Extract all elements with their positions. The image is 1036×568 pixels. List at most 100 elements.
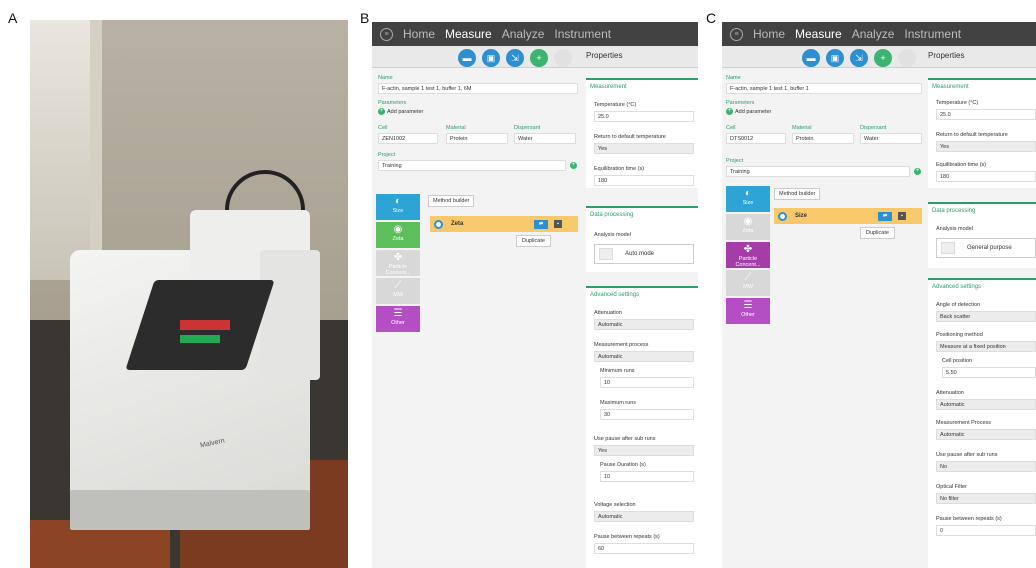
tile-zeta[interactable]: ◉ Zeta bbox=[726, 214, 770, 240]
optical-filter-select[interactable]: No filter bbox=[936, 493, 1036, 504]
duplicate-button[interactable]: Duplicate bbox=[516, 235, 551, 247]
cell-label: Cell bbox=[378, 125, 388, 131]
add-parameter-label: Add parameter bbox=[387, 108, 424, 115]
return-temp-select[interactable]: Yes bbox=[594, 143, 694, 154]
temperature-input[interactable]: 25.0 bbox=[594, 111, 694, 122]
tile-mw[interactable]: ⟋ MW bbox=[376, 278, 420, 304]
method-row-size[interactable]: Size ⇄ ▪ bbox=[774, 208, 922, 224]
menu-icon[interactable]: ≡ bbox=[730, 27, 743, 41]
save-icon[interactable]: ▣ bbox=[482, 49, 500, 67]
save-icon[interactable]: ▣ bbox=[826, 49, 844, 67]
folder-icon[interactable]: ▬ bbox=[458, 49, 476, 67]
material-select[interactable]: Protein bbox=[792, 133, 854, 144]
tile-other[interactable]: ☰ Other bbox=[376, 306, 420, 332]
tile-particle-concent[interactable]: ✤ Particle Concent... bbox=[376, 250, 420, 276]
analysis-model-button[interactable]: Auto mode bbox=[594, 244, 694, 264]
min-runs-input[interactable]: 10 bbox=[600, 377, 694, 388]
pause-duration-input[interactable]: 10 bbox=[600, 471, 694, 482]
temperature-input[interactable]: 25.0 bbox=[936, 109, 1036, 120]
pause-sub-runs-label: Use pause after sub runs bbox=[594, 436, 656, 442]
measurement-process-select[interactable]: Automatic bbox=[936, 429, 1036, 440]
pause-repeats-input[interactable]: 0 bbox=[936, 525, 1036, 536]
folder-icon[interactable]: ▬ bbox=[802, 49, 820, 67]
add-project-icon[interactable]: + bbox=[914, 168, 921, 175]
tile-mw[interactable]: ⟋ MW bbox=[726, 270, 770, 296]
nav-home[interactable]: Home bbox=[753, 27, 785, 41]
cell-select[interactable]: ZEN1002 bbox=[378, 133, 438, 144]
project-select[interactable]: Training bbox=[726, 166, 910, 177]
tile-particle-concent[interactable]: ✤ Particle Concent... bbox=[726, 242, 770, 268]
add-parameter-button[interactable]: + Add parameter bbox=[726, 108, 771, 115]
measurement-process-select[interactable]: Automatic bbox=[594, 351, 694, 362]
return-temp-select[interactable]: Yes bbox=[936, 141, 1036, 152]
tile-label: Size bbox=[742, 200, 754, 206]
name-label: Name bbox=[726, 75, 741, 81]
parameters-label: Parameters bbox=[726, 100, 755, 106]
plus-icon[interactable]: + bbox=[530, 49, 548, 67]
dispersant-select[interactable]: Water bbox=[860, 133, 922, 144]
tile-icon: ☰ bbox=[393, 308, 403, 319]
cell-select[interactable]: DTS0012 bbox=[726, 133, 786, 144]
top-nav: ≡ Home Measure Analyze Instrument bbox=[372, 22, 698, 46]
dispersant-select[interactable]: Water bbox=[514, 133, 576, 144]
pause-sub-runs-select[interactable]: Yes bbox=[594, 445, 694, 456]
cell-position-input[interactable]: 5.50 bbox=[942, 367, 1036, 378]
method-settings-icon[interactable]: ⇄ bbox=[878, 211, 892, 221]
duplicate-button[interactable]: Duplicate bbox=[860, 227, 895, 239]
analysis-model-button[interactable]: General purpose bbox=[936, 238, 1036, 258]
data-processing-title: Data processing bbox=[590, 212, 634, 218]
voltage-selection-select[interactable]: Automatic bbox=[594, 511, 694, 522]
advanced-settings-section: Advanced settings Attenuation Automatic … bbox=[586, 286, 698, 568]
plus-icon[interactable]: + bbox=[874, 49, 892, 67]
nav-analyze[interactable]: Analyze bbox=[502, 27, 545, 41]
name-input[interactable]: F-actin, sample 1 test 1, buffer 1, 6M bbox=[378, 83, 578, 94]
instrument-photo: Malvern bbox=[30, 20, 348, 568]
pause-repeats-label: Pause between repeats (s) bbox=[936, 516, 1002, 522]
parameters-label: Parameters bbox=[378, 100, 407, 106]
project-select[interactable]: Training bbox=[378, 160, 566, 171]
tile-zeta[interactable]: ◉ Zeta bbox=[376, 222, 420, 248]
equilibration-input[interactable]: 180 bbox=[594, 175, 694, 186]
pause-repeats-input[interactable]: 60 bbox=[594, 543, 694, 554]
software-panel-b: ≡ Home Measure Analyze Instrument ▬ ▣ ⇲ … bbox=[372, 22, 698, 568]
tile-size[interactable]: ◐ Size bbox=[376, 194, 420, 220]
material-select[interactable]: Protein bbox=[446, 133, 508, 144]
pause-sub-runs-select[interactable]: No bbox=[936, 461, 1036, 472]
positioning-select[interactable]: Measure at a fixed position bbox=[936, 341, 1036, 352]
equilibration-input[interactable]: 180 bbox=[936, 171, 1036, 182]
nav-home[interactable]: Home bbox=[403, 27, 435, 41]
angle-select[interactable]: Back scatter bbox=[936, 311, 1036, 322]
menu-icon[interactable]: ≡ bbox=[380, 27, 393, 41]
tile-icon: ◐ bbox=[394, 196, 402, 207]
export-icon[interactable]: ⇲ bbox=[850, 49, 868, 67]
nav-instrument[interactable]: Instrument bbox=[904, 27, 961, 41]
data-processing-section: Data processing Analysis model General p… bbox=[928, 202, 1036, 268]
blank-button[interactable] bbox=[898, 49, 916, 67]
name-input[interactable]: F-actin, sample 1 test 1, buffer 1 bbox=[726, 83, 922, 94]
tile-size[interactable]: ◐ Size bbox=[726, 186, 770, 212]
method-delete-icon[interactable]: ▪ bbox=[554, 220, 562, 228]
method-row-label: Size bbox=[795, 213, 808, 219]
attenuation-select[interactable]: Automatic bbox=[936, 399, 1036, 410]
add-parameter-button[interactable]: + Add parameter bbox=[378, 108, 423, 115]
nav-analyze[interactable]: Analyze bbox=[852, 27, 895, 41]
method-delete-icon[interactable]: ▪ bbox=[898, 212, 906, 220]
method-row-zeta[interactable]: Zeta ⇄ ▪ bbox=[430, 216, 578, 232]
tab-method-builder[interactable]: Method builder bbox=[774, 188, 821, 200]
nav-instrument[interactable]: Instrument bbox=[554, 27, 611, 41]
nav-measure[interactable]: Measure bbox=[445, 27, 492, 41]
add-project-icon[interactable]: + bbox=[570, 162, 577, 169]
tile-other[interactable]: ☰ Other bbox=[726, 298, 770, 324]
nav-measure[interactable]: Measure bbox=[795, 27, 842, 41]
tab-method-builder[interactable]: Method builder bbox=[428, 195, 475, 207]
properties-title: Properties bbox=[928, 51, 965, 60]
min-runs-label: Minimum runs bbox=[600, 368, 635, 374]
data-processing-title: Data processing bbox=[932, 208, 976, 214]
tile-icon: ✤ bbox=[393, 252, 403, 263]
max-runs-input[interactable]: 30 bbox=[600, 409, 694, 420]
export-icon[interactable]: ⇲ bbox=[506, 49, 524, 67]
method-settings-icon[interactable]: ⇄ bbox=[534, 219, 548, 229]
attenuation-select[interactable]: Automatic bbox=[594, 319, 694, 330]
zeta-icon bbox=[434, 219, 443, 229]
blank-button[interactable] bbox=[554, 49, 572, 67]
